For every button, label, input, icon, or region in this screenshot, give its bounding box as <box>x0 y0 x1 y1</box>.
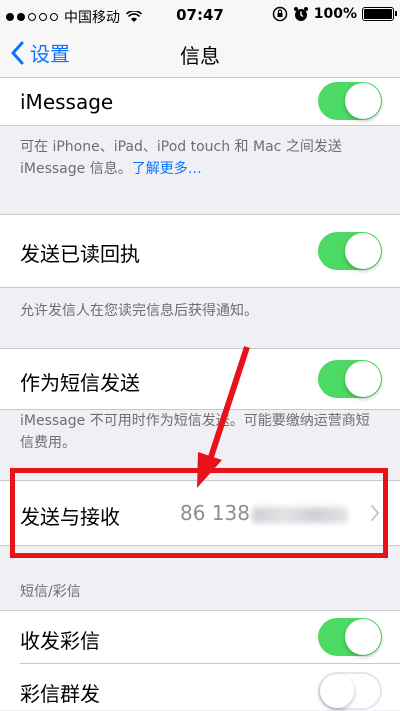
imessage-label: iMessage <box>20 90 114 114</box>
rotation-lock-icon <box>272 6 287 22</box>
sms-mms-section-header: 短信/彩信 <box>20 584 81 600</box>
read-receipts-cell: 发送已读回执 <box>0 214 400 288</box>
learn-more-link[interactable]: 了解更多… <box>132 161 202 177</box>
send-as-sms-toggle[interactable] <box>318 360 382 398</box>
mms-label: 收发彩信 <box>20 629 100 653</box>
mms-cell: 收发彩信 <box>0 611 400 663</box>
send-as-sms-label: 作为短信发送 <box>20 371 140 395</box>
group-messaging-cell: 彩信群发 <box>0 664 400 711</box>
battery-icon <box>362 7 397 21</box>
alarm-clock-icon <box>293 7 308 21</box>
send-as-sms-footnote: iMessage 不可用时作为短信发送。可能要缴纳运营商短信费用。 <box>20 413 370 451</box>
imessage-cell: iMessage <box>0 78 400 126</box>
page-title: 信息 <box>180 44 220 68</box>
imessage-footnote: 可在 iPhone、iPad、iPod touch 和 Mac 之间发送 iMe… <box>20 136 380 180</box>
status-right: 100% <box>272 6 397 22</box>
mms-toggle[interactable] <box>318 618 382 656</box>
send-as-sms-cell: 作为短信发送 <box>0 348 400 410</box>
navigation-bar: 设置 信息 <box>0 30 400 78</box>
group-messaging-toggle[interactable] <box>318 672 382 710</box>
highlight-box <box>10 468 388 558</box>
group-messaging-label: 彩信群发 <box>20 682 100 706</box>
read-receipts-toggle[interactable] <box>318 232 382 270</box>
sms-mms-group: 收发彩信 彩信群发 <box>0 610 400 710</box>
status-bar: 中国移动 07:47 100% <box>0 0 400 30</box>
read-receipts-label: 发送已读回执 <box>20 242 140 266</box>
battery-percentage: 100% <box>313 6 357 22</box>
read-receipts-footnote: 允许发信人在您读完信息后获得通知。 <box>20 303 258 319</box>
imessage-toggle[interactable] <box>318 82 382 120</box>
